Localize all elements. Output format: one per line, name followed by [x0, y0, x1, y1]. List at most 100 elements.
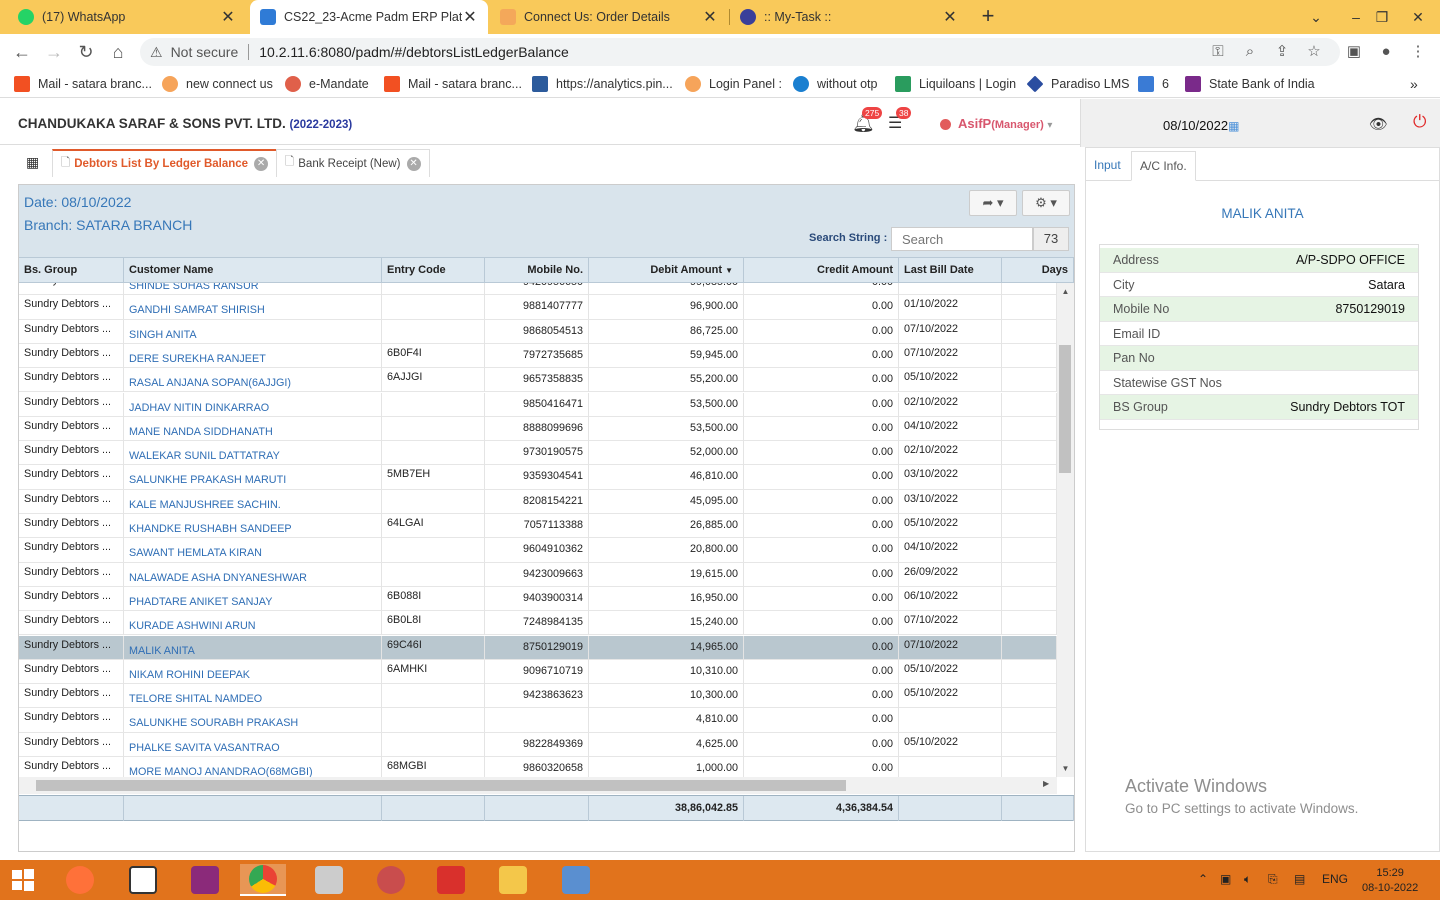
search-input[interactable] [891, 227, 1033, 251]
table-row[interactable]: Sundry Debtors ... DERE SUREKHA RANJEET 6B… [19, 343, 1057, 369]
home-icon[interactable]: ⌂ [106, 40, 130, 64]
scroll-up-icon[interactable]: ▲ [1057, 287, 1074, 296]
tab-ac-info[interactable]: A/C Info. [1131, 151, 1196, 181]
table-row[interactable]: Sundry Debtors ... TELORE SHITAL NAMDEO 94… [19, 684, 1057, 709]
close-icon[interactable]: ✕ [462, 7, 478, 27]
table-row[interactable]: Sundry Debtors ... KURADE ASHWINI ARUN 6B0… [19, 611, 1057, 636]
table-row[interactable]: Sundry Debtors ... MALIK ANITA 69C46I 87501… [19, 635, 1057, 660]
menu-icon[interactable]: ⋮ [1406, 40, 1430, 64]
table-row[interactable]: Sundry Debtors ... JADHAV NITIN DINKARRAO… [19, 392, 1057, 417]
firefox-icon[interactable] [57, 864, 103, 896]
tab-input[interactable]: Input [1086, 151, 1129, 181]
export-button[interactable]: ➦ ▾ [969, 190, 1017, 216]
camera-icon[interactable] [182, 864, 228, 896]
scroll-thumb[interactable] [1059, 345, 1071, 473]
cell-customer-name[interactable]: KURADE ASHWINI ARUN [124, 611, 382, 636]
table-row[interactable]: Sundry Debtors ... PHALKE SAVITA VASANTRA… [19, 732, 1057, 757]
system-clock[interactable]: 15:29 08-10-2022 [1362, 866, 1418, 896]
file-explorer-icon[interactable] [490, 864, 536, 896]
cell-customer-name[interactable]: SINGH ANITA [124, 319, 382, 344]
chevron-down-icon[interactable]: ⌄ [1296, 0, 1336, 34]
zoom-icon[interactable]: ⌕ [1238, 40, 1262, 64]
close-icon[interactable]: ✕ [702, 7, 718, 27]
wps-icon[interactable] [428, 864, 474, 896]
tab-debtors-list[interactable]: 🗋︎ Debtors List By Ledger Balance ✕ [52, 149, 278, 177]
restore-button[interactable]: ❐ [1362, 0, 1402, 34]
user-menu[interactable]: AsifP(Manager) ▾ [958, 116, 1052, 131]
column-header[interactable]: Entry Code [382, 258, 485, 283]
new-tab-button[interactable]: + [976, 4, 1000, 28]
column-header-sorted[interactable]: Debit Amount ▼ [589, 258, 744, 283]
table-row[interactable]: Sundry Debtors ... KHANDKE RUSHABH SANDEE… [19, 514, 1057, 539]
windows-start-icon[interactable] [0, 864, 46, 896]
close-icon[interactable]: ✕ [254, 157, 269, 171]
table-row[interactable]: Sundry Debtors ... MANE NANDA SIDDHANATH 8… [19, 416, 1057, 442]
bookmark-item[interactable]: 6 [1138, 76, 1169, 92]
cell-customer-name[interactable]: SAWANT HEMLATA KIRAN [124, 538, 382, 563]
cell-customer-name[interactable]: NIKAM ROHINI DEEPAK [124, 659, 382, 684]
notification-icon[interactable]: ▤ [1294, 872, 1305, 886]
volume-icon[interactable]: 🔈︎ [1244, 872, 1251, 887]
table-row[interactable]: Sundry Debtors ... PHADTARE ANIKET SANJAY… [19, 586, 1057, 612]
power-icon[interactable]: ⏻ [1413, 112, 1426, 132]
vertical-scrollbar[interactable]: ▲ ▼ [1057, 283, 1074, 777]
settings-button[interactable]: ⚙ ▾ [1022, 190, 1070, 216]
profile-icon[interactable]: ● [1374, 40, 1398, 64]
bookmark-item[interactable]: State Bank of India [1185, 76, 1315, 92]
bookmark-item[interactable]: Liquiloans | Login [895, 76, 1016, 92]
vnc-icon[interactable] [120, 864, 166, 896]
table-row[interactable]: Sundry Debtors ...SHINDE SUHAS RANSUR5II… [19, 283, 1057, 296]
bookmark-item[interactable]: new connect us [162, 76, 273, 92]
chrome-icon[interactable] [240, 864, 286, 896]
column-header[interactable]: Bs. Group [19, 258, 124, 283]
table-row[interactable]: Sundry Debtors ... GANDHI SAMRAT SHIRISH 9… [19, 295, 1057, 320]
horizontal-scrollbar[interactable]: ▶ [19, 777, 1057, 794]
star-icon[interactable]: ☆ [1302, 40, 1326, 64]
bookmark-item[interactable]: Mail - satara branc... [384, 76, 522, 92]
close-icon[interactable]: ✕ [942, 7, 958, 27]
bookmark-item[interactable]: without otp [793, 76, 877, 92]
cell-customer-name[interactable]: PHADTARE ANIKET SANJAY [124, 586, 382, 611]
browser-tab-mytask[interactable]: :: My-Task :: ✕ [730, 0, 968, 34]
table-row[interactable]: Sundry Debtors ... SINGH ANITA 9868054513 8… [19, 319, 1057, 344]
table-row[interactable]: Sundry Debtors ... WALEKAR SUNIL DATTATRA… [19, 441, 1057, 466]
browser-tab-connect[interactable]: Connect Us: Order Details ✕ [490, 0, 728, 34]
close-window-button[interactable]: ✕ [1398, 0, 1438, 34]
tools-icon[interactable] [368, 864, 414, 896]
tab-bank-receipt[interactable]: 🗋︎ Bank Receipt (New) ✕ [276, 149, 430, 177]
sidepanel-icon[interactable]: ▣ [1342, 40, 1366, 64]
bookmark-item[interactable]: Mail - satara branc... [14, 76, 152, 92]
cell-customer-name[interactable]: MORE MANOJ ANANDRAO(68MGBI) [124, 757, 382, 777]
bookmark-item[interactable]: e-Mandate [285, 76, 369, 92]
forward-button[interactable]: → [42, 40, 66, 64]
cell-customer-name[interactable]: WALEKAR SUNIL DATTATRAY [124, 441, 382, 466]
share-icon[interactable]: ⇪ [1270, 40, 1294, 64]
grid-menu-icon[interactable]: ▦ [26, 154, 39, 171]
cell-customer-name[interactable]: KALE MANJUSHREE SACHIN. [124, 489, 382, 514]
cell-customer-name[interactable]: JADHAV NITIN DINKARRAO [124, 392, 382, 417]
reload-button[interactable]: ↻ [74, 40, 98, 64]
column-header[interactable]: Mobile No. [485, 258, 589, 283]
table-row[interactable]: Sundry Debtors ... RASAL ANJANA SOPAN(6AJ… [19, 368, 1057, 393]
more-bookmarks-button[interactable]: » [1410, 76, 1418, 92]
cell-customer-name[interactable]: DERE SUREKHA RANJEET [124, 343, 382, 368]
close-icon[interactable]: ✕ [220, 7, 236, 27]
network-icon[interactable]: ⎘ [1268, 872, 1278, 887]
table-row[interactable]: Sundry Debtors ... KALE MANJUSHREE SACHIN… [19, 489, 1057, 514]
bookmark-item[interactable]: https://analytics.pin... [532, 76, 673, 92]
cell-customer-name[interactable]: MANE NANDA SIDDHANATH [124, 416, 382, 441]
cell-customer-name[interactable]: SALUNKHE SOURABH PRAKASH [124, 708, 382, 733]
table-row[interactable]: Sundry Debtors ... NIKAM ROHINI DEEPAK 6AM… [19, 659, 1057, 685]
close-icon[interactable]: ✕ [406, 156, 421, 171]
cell-customer-name[interactable]: RASAL ANJANA SOPAN(6AJJGI) [124, 368, 382, 393]
cell-customer-name[interactable]: MALIK ANITA [124, 635, 382, 660]
omnibox[interactable]: ⚠ Not secure 10.2.11.6:8080/padm/#/debto… [140, 38, 1340, 66]
chevron-up-icon[interactable]: ⌃ [1198, 872, 1208, 886]
scroll-right-icon[interactable]: ▶ [1043, 779, 1049, 788]
back-button[interactable]: ← [10, 40, 34, 64]
table-row[interactable]: Sundry Debtors ... NALAWADE ASHA DNYANESH… [19, 562, 1057, 587]
table-row[interactable]: Sundry Debtors ... MORE MANOJ ANANDRAO(68… [19, 757, 1057, 777]
browser-tab-erp[interactable]: CS22_23-Acme Padm ERP Platfor ✕ [250, 0, 488, 34]
column-header[interactable]: Last Bill Date [899, 258, 1002, 283]
table-row[interactable]: Sundry Debtors ... SALUNKHE SOURABH PRAKA… [19, 708, 1057, 733]
